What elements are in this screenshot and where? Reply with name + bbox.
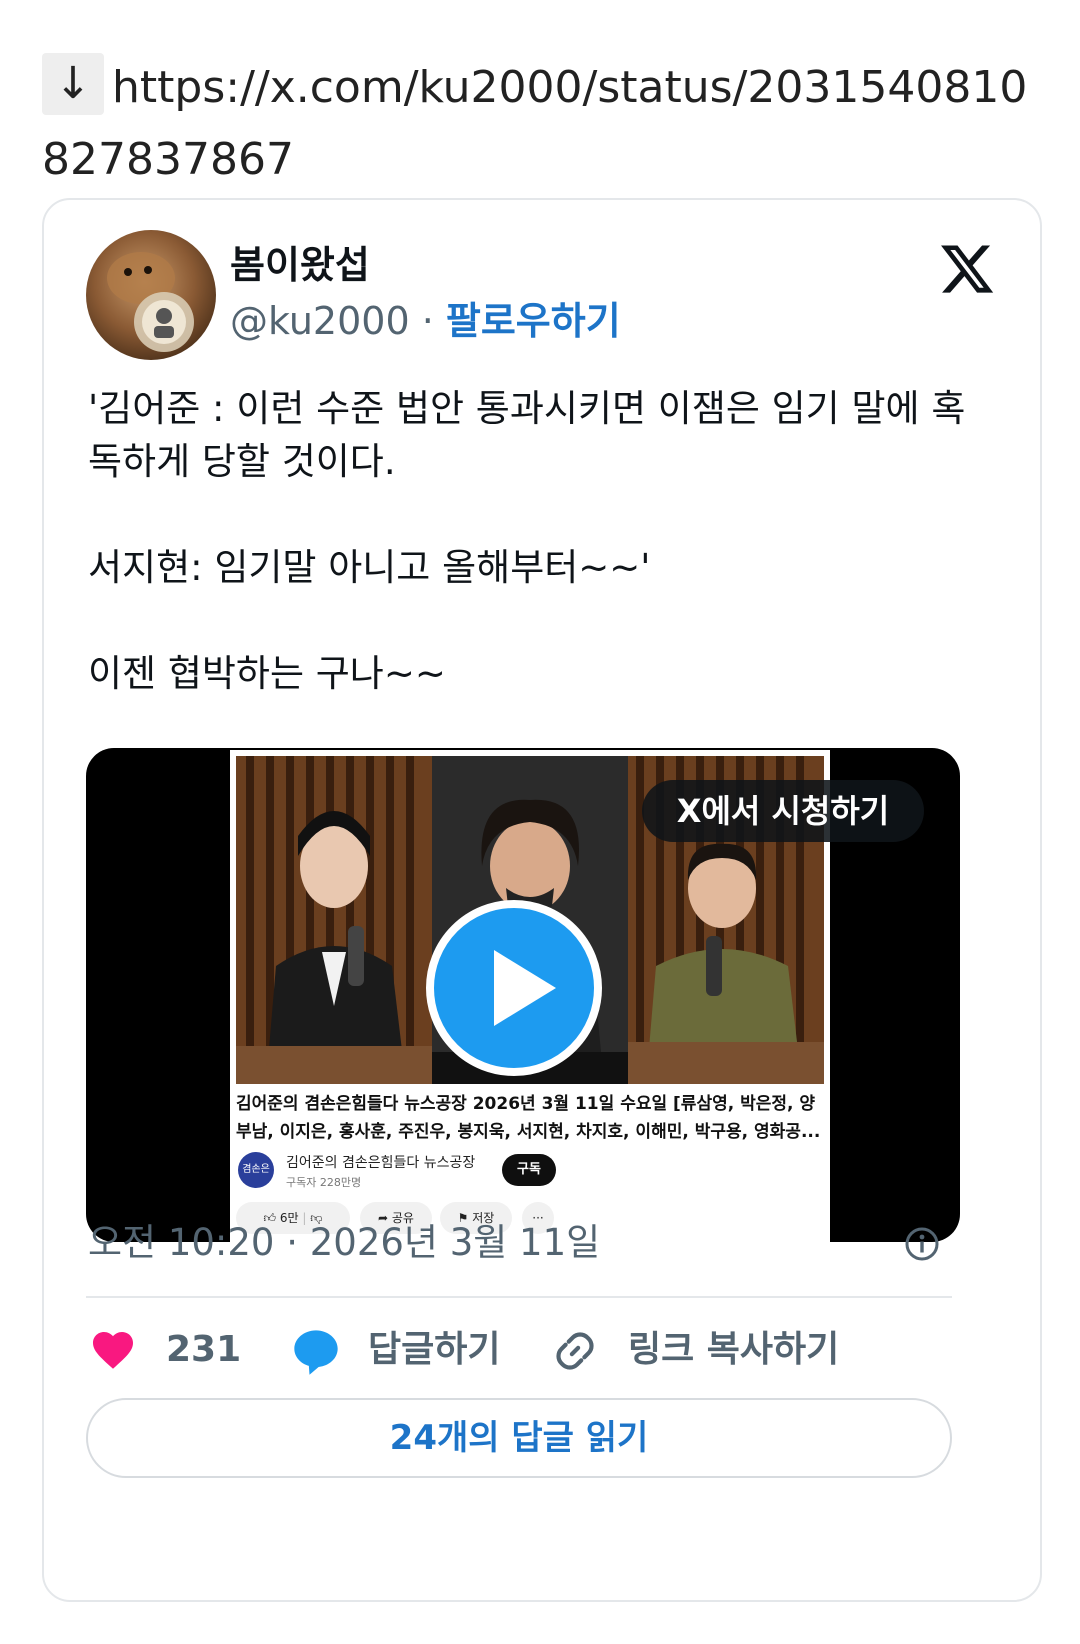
status-url[interactable]: https://x.com/ku2000/status/203154081082…: [42, 62, 1027, 185]
download-arrow-icon[interactable]: ↓: [42, 53, 104, 115]
copy-link-button[interactable]: 링크 복사하기: [550, 1320, 870, 1380]
reply-button[interactable]: 답글하기: [290, 1320, 520, 1380]
info-icon[interactable]: [904, 1226, 940, 1262]
heart-icon: [93, 1332, 133, 1369]
like-count: 231: [166, 1329, 242, 1370]
channel-name[interactable]: 김어준의 겸손은힘들다 뉴스공장: [286, 1152, 475, 1172]
copy-link-label: 링크 복사하기: [628, 1329, 840, 1370]
user-handle[interactable]: @ku2000: [230, 299, 410, 343]
follow-button[interactable]: 팔로우하기: [446, 299, 621, 343]
link-icon: [556, 1332, 594, 1370]
video-title-text: 김어준의 겸손은힘들다 뉴스공장 2026년 3월 11일 수요일 [류삼영, …: [236, 1094, 821, 1142]
divider: [86, 1296, 952, 1298]
display-name[interactable]: 봄이왔섭: [230, 240, 370, 290]
channel-logo[interactable]: 겸손은: [238, 1152, 274, 1188]
tweet-timestamp[interactable]: 오전 10:20 · 2026년 3월 11일: [88, 1218, 600, 1268]
read-replies-button[interactable]: 24개의 답글 읽기: [86, 1398, 952, 1478]
video-title[interactable]: 김어준의 겸손은힘들다 뉴스공장 2026년 3월 11일 수요일 [류삼영, …: [236, 1090, 824, 1146]
play-icon[interactable]: [426, 900, 602, 1076]
separator-dot: ·: [409, 299, 446, 343]
channel-subscribers: 구독자 228만명: [286, 1176, 362, 1189]
avatar[interactable]: [86, 230, 216, 360]
speech-bubble-icon: [294, 1330, 338, 1375]
tweet-embed-card: 봄이왔섭 @ku2000 · 팔로우하기 '김어준 : 이런 수준 법안 통과시…: [42, 198, 1042, 1602]
handle-line: @ku2000 · 팔로우하기: [230, 296, 621, 346]
reply-label: 답글하기: [368, 1329, 501, 1370]
watch-on-x-button[interactable]: X에서 시청하기: [642, 780, 924, 842]
download-link-line[interactable]: ↓ https://x.com/ku2000/status/20315408108…: [42, 52, 1042, 196]
video-player[interactable]: 김어준의 겸손은힘들다 뉴스공장 2026년 3월 11일 수요일 [류삼영, …: [86, 748, 960, 1242]
subscribe-button[interactable]: 구독: [502, 1154, 556, 1186]
x-logo-icon[interactable]: [938, 240, 996, 298]
like-button[interactable]: 231: [88, 1320, 242, 1380]
tweet-text: '김어준 : 이런 수준 법안 통과시키면 이잼은 임기 말에 혹독하게 당할 …: [88, 387, 966, 695]
